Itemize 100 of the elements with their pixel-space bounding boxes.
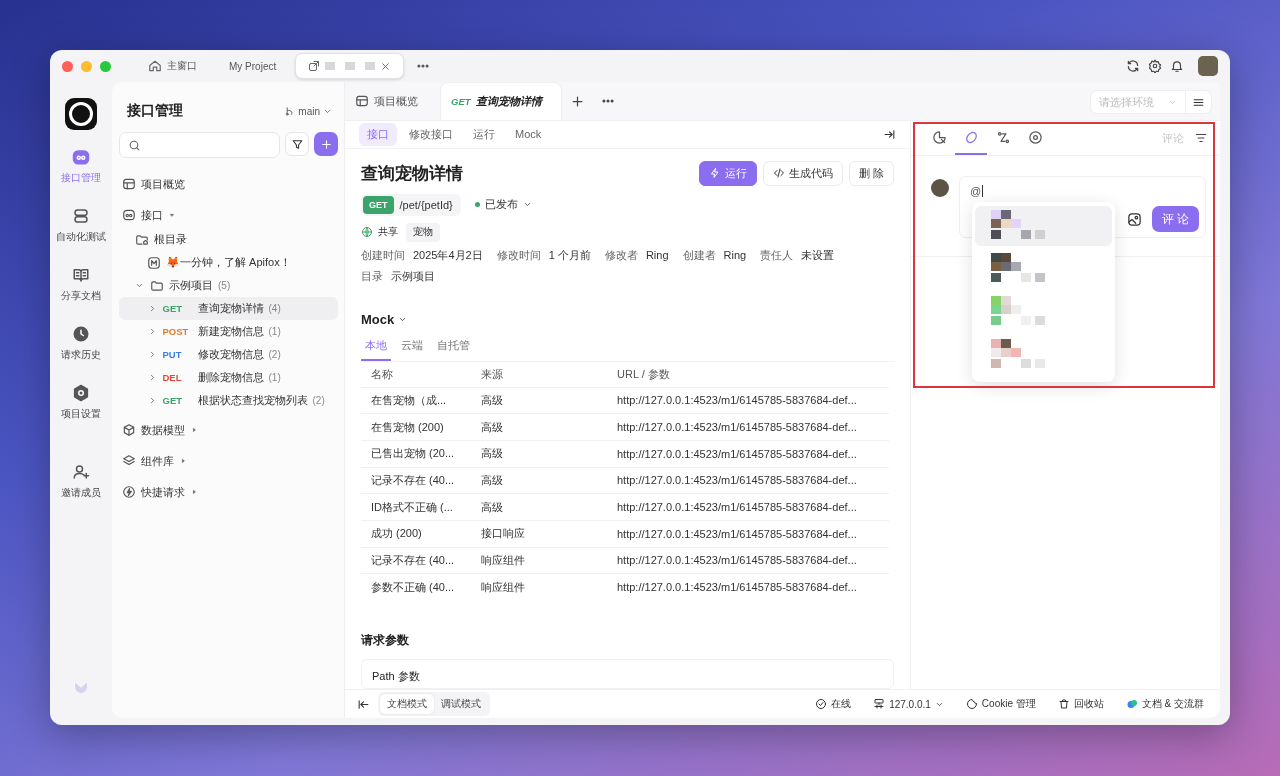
tree-item[interactable]: 项目概览 xyxy=(119,171,338,197)
clock-icon xyxy=(72,325,90,343)
bolt-icon xyxy=(122,485,136,499)
status-item[interactable]: Cookie 管理 xyxy=(965,697,1036,711)
folder-icon xyxy=(150,278,164,293)
pie-chart-icon xyxy=(931,129,947,145)
nav-item[interactable]: 邀请成员 xyxy=(61,463,101,522)
table-cell: http://127.0.0.1:4523/m1/6145785-5837684-def... xyxy=(611,520,889,548)
tree-item[interactable]: 数据模型 xyxy=(119,417,338,443)
folder-icon xyxy=(134,232,149,247)
filter-button[interactable] xyxy=(285,132,309,156)
endpoint-item[interactable]: GET 查询宠物详情 (4) xyxy=(119,297,338,320)
code-icon xyxy=(772,167,785,179)
image-icon[interactable] xyxy=(1126,211,1142,227)
table-cell: http://127.0.0.1:4523/m1/6145785-5837684-def... xyxy=(611,413,889,441)
mock-tab[interactable]: 云端 xyxy=(397,332,427,361)
user-avatar xyxy=(931,179,949,197)
add-button[interactable] xyxy=(314,132,338,156)
search-field[interactable] xyxy=(119,132,280,158)
column-header: 来源 xyxy=(471,361,611,387)
nav-item[interactable]: 接口管理 xyxy=(61,148,101,207)
column-header: 名称 xyxy=(361,361,471,387)
sub-tab[interactable]: 运行 xyxy=(465,122,503,146)
table-cell: http://127.0.0.1:4523/m1/6145785-5837684-def... xyxy=(611,440,889,468)
table-cell: 参数不正确 (40... xyxy=(361,573,471,600)
method-label: GET xyxy=(162,303,184,314)
mock-tab[interactable]: 本地 xyxy=(361,332,391,361)
section-title: 请求参数 xyxy=(361,632,410,649)
window-control[interactable] xyxy=(62,60,73,72)
tree-item[interactable]: 接口 xyxy=(119,202,338,228)
tree-item[interactable]: 🦊一分钟，了解 Apifox！ xyxy=(119,251,338,274)
meta-value: 示例项目 xyxy=(391,269,435,282)
submit-comment-button[interactable]: 评 论 xyxy=(1151,206,1199,232)
nav-item[interactable]: 自动化测试 xyxy=(56,207,106,266)
check-circle-icon xyxy=(815,698,828,710)
tree-item[interactable]: 示例项目 (5) xyxy=(119,274,338,297)
menu-button[interactable] xyxy=(1186,90,1212,114)
status-item[interactable]: 回收站 xyxy=(1057,697,1104,711)
nav-item[interactable]: 分享文档 xyxy=(61,266,101,325)
endpoint-item[interactable]: GET 根据状态查找宠物列表 (2) xyxy=(119,389,338,412)
window-tab[interactable]: 主窗口 xyxy=(135,53,210,79)
column-header: URL / 参数 xyxy=(611,361,889,387)
method-label: PUT xyxy=(162,349,183,360)
table-cell: 在售宠物（成... xyxy=(361,387,471,414)
layout-icon xyxy=(122,177,136,191)
status-item[interactable]: 文档 & 交流群 xyxy=(1125,697,1204,711)
document-tab[interactable]: GET 查询宠物详情 xyxy=(440,82,562,120)
sub-tab[interactable]: Mock xyxy=(507,124,550,145)
table-cell: 接口响应 xyxy=(471,520,611,548)
status-item[interactable]: 127.0.0.1 xyxy=(873,698,944,710)
status-item[interactable]: 在线 xyxy=(815,697,852,711)
trash-icon xyxy=(1057,698,1070,710)
cube-icon xyxy=(122,423,136,437)
endpoint-item[interactable]: DEL 删除宠物信息 (1) xyxy=(119,366,338,389)
leaf-icon xyxy=(963,129,979,145)
generate-code-button[interactable]: 生成代码 xyxy=(762,160,843,186)
mode-tab[interactable]: 文档模式 xyxy=(380,694,434,714)
target-icon xyxy=(1027,129,1043,145)
status-select[interactable]: 已发布 xyxy=(474,197,532,212)
table-cell: 记录不存在 (40... xyxy=(361,467,471,494)
endpoint-item[interactable]: PUT 修改宠物信息 (2) xyxy=(119,343,338,366)
chat-bubbles-icon xyxy=(1125,698,1138,710)
branch-selector[interactable]: main xyxy=(284,105,332,117)
user-avatar[interactable] xyxy=(1198,56,1218,76)
app-logo xyxy=(65,98,97,130)
bell-icon[interactable] xyxy=(1170,59,1184,73)
tree-item[interactable]: 根目录 xyxy=(119,228,338,251)
obscured-tab-title xyxy=(325,62,376,70)
filter-icon[interactable] xyxy=(1194,131,1208,145)
document-tab[interactable]: 项目概览 xyxy=(345,82,440,120)
layers-icon xyxy=(122,454,136,468)
section-title: Mock xyxy=(361,311,395,327)
stack-icon xyxy=(72,207,90,225)
meta-value: 2025年4月2日 xyxy=(413,248,483,261)
run-button[interactable]: 运行 xyxy=(698,160,757,186)
nav-item[interactable]: 请求历史 xyxy=(61,325,101,384)
table-cell: http://127.0.0.1:4523/m1/6145785-5837684-def... xyxy=(611,547,889,574)
refresh-icon[interactable] xyxy=(1126,59,1140,73)
plus-icon[interactable] xyxy=(570,93,585,109)
delete-button[interactable]: 删 除 xyxy=(848,160,894,186)
collapse-panel-icon[interactable] xyxy=(883,127,896,141)
sub-tab[interactable]: 修改接口 xyxy=(401,122,461,146)
method-label: GET xyxy=(162,395,184,406)
window-tab[interactable]: My Project xyxy=(216,53,290,79)
parameter-card: Path 参数 xyxy=(361,659,894,689)
tree-item[interactable]: 组件库 xyxy=(119,448,338,474)
endpoint-item[interactable]: POST 新建宠物信息 (1) xyxy=(119,320,338,343)
tree-item[interactable]: 快捷请求 xyxy=(119,479,338,505)
meta-value: Ring xyxy=(723,248,747,261)
settings-icon[interactable] xyxy=(1148,59,1162,73)
nav-item[interactable]: 项目设置 xyxy=(61,384,101,443)
meta-value: 未设置 xyxy=(801,248,835,261)
mock-tab[interactable]: 自托管 xyxy=(433,332,474,361)
mode-tab[interactable]: 调试模式 xyxy=(434,694,488,714)
collapse-icon[interactable] xyxy=(357,697,370,711)
sharing-label: 共享 xyxy=(378,225,398,239)
obscured-mention-item[interactable] xyxy=(975,206,1112,246)
table-cell: 高级 xyxy=(471,467,611,494)
flow-icon xyxy=(995,129,1011,145)
close-icon[interactable] xyxy=(380,60,392,72)
